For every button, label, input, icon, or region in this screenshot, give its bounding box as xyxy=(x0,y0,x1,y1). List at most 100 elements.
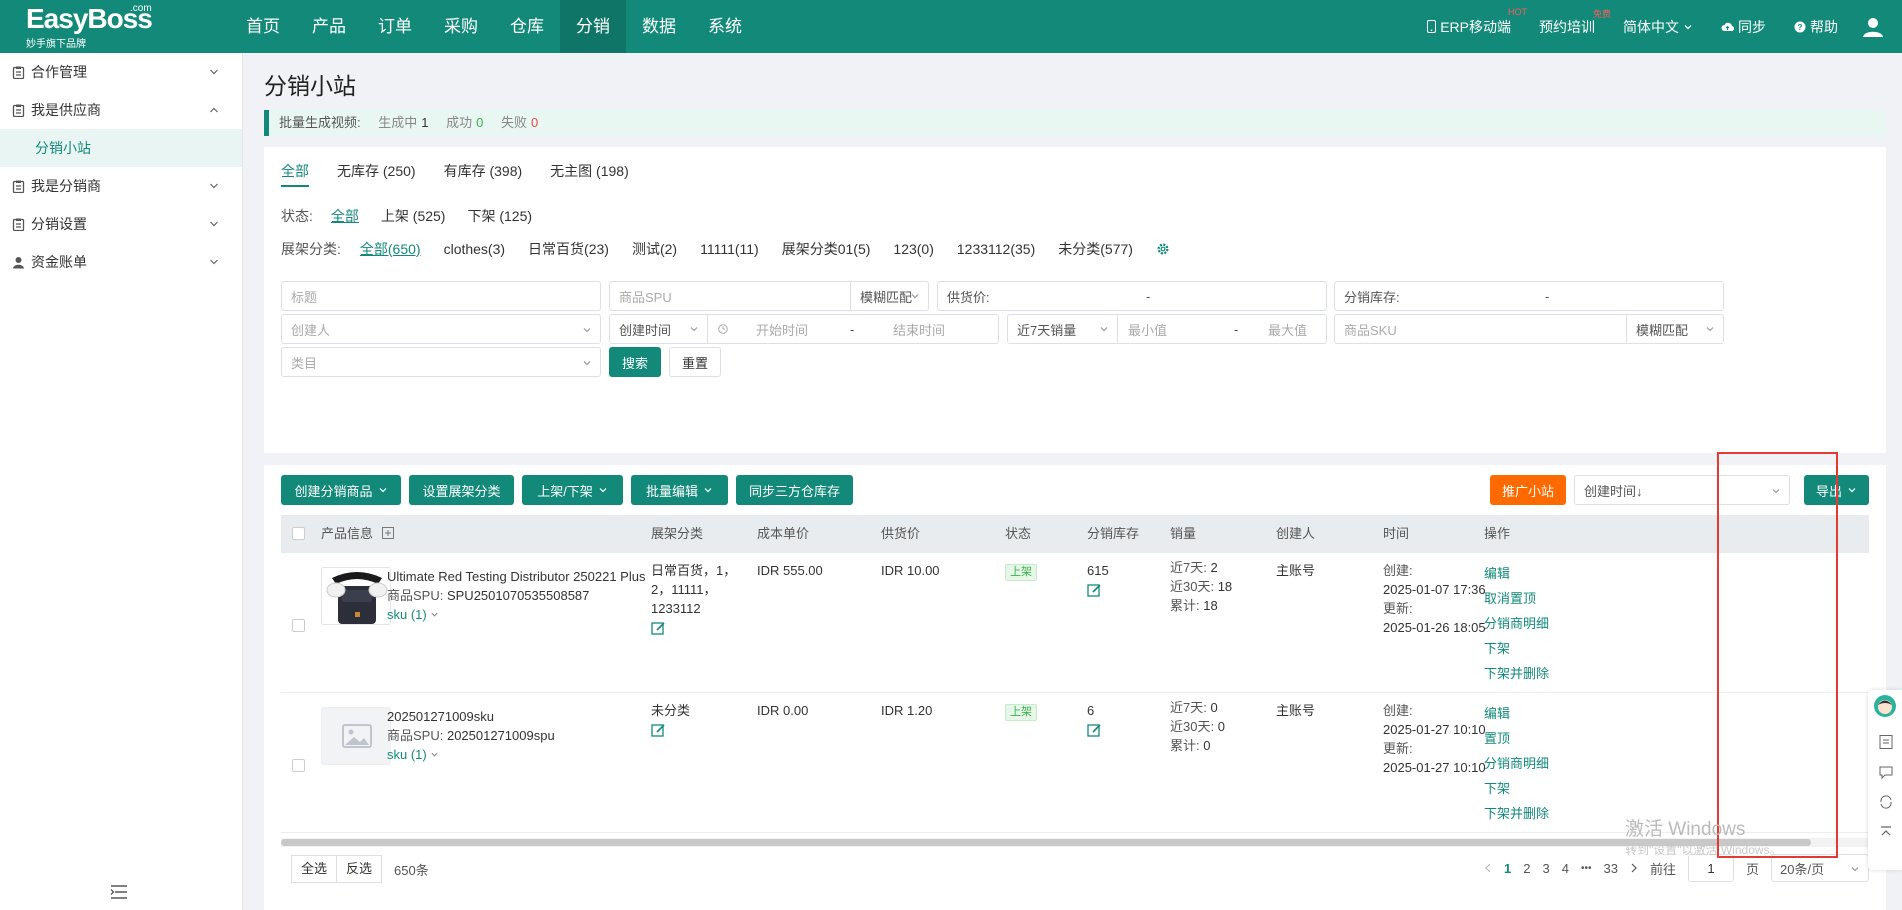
edit-icon[interactable] xyxy=(1087,583,1102,598)
page-1[interactable]: 1 xyxy=(1504,861,1511,876)
pin-link[interactable]: 置顶 xyxy=(1484,726,1549,751)
category-11111[interactable]: 11111(11) xyxy=(700,241,759,257)
category-1233112[interactable]: 1233112(35) xyxy=(957,241,1035,257)
product-thumbnail[interactable] xyxy=(321,707,391,765)
page-2[interactable]: 2 xyxy=(1523,861,1530,876)
menu-system[interactable]: 系统 xyxy=(692,0,758,53)
status-on-shelf[interactable]: 上架 (525) xyxy=(381,206,446,226)
goto-page-input[interactable]: 1 xyxy=(1687,854,1734,882)
off-shelf-delete-link[interactable]: 下架并删除 xyxy=(1484,801,1549,826)
sidebar-group-distributor[interactable]: 我是分销商 xyxy=(0,167,242,205)
sidebar-group-billing[interactable]: 资金账单 xyxy=(0,243,242,281)
sidebar-group-cooperation[interactable]: 合作管理 xyxy=(0,53,242,91)
sku-match-select[interactable]: 模糊匹配 xyxy=(1626,315,1723,343)
sync-stock-button[interactable]: 同步三方仓库存 xyxy=(736,475,853,505)
language-select[interactable]: 简体中文 xyxy=(1609,17,1707,37)
product-name[interactable]: Ultimate Red Testing Distributor 250221 … xyxy=(387,567,657,586)
unpin-link[interactable]: 取消置顶 xyxy=(1484,586,1549,611)
expand-plus-icon[interactable] xyxy=(381,527,394,539)
page-4[interactable]: 4 xyxy=(1562,861,1569,876)
sidebar-group-supplier[interactable]: 我是供应商 xyxy=(0,91,242,129)
sidebar-group-settings[interactable]: 分销设置 xyxy=(0,205,242,243)
page-size-select[interactable]: 20条/页 xyxy=(1771,854,1869,882)
sync-button[interactable]: 同步 xyxy=(1707,17,1780,37)
off-shelf-delete-link[interactable]: 下架并删除 xyxy=(1484,661,1549,686)
sales-range[interactable]: 近7天销量 最小值 - 最大值 xyxy=(1007,314,1327,344)
off-shelf-link[interactable]: 下架 xyxy=(1484,636,1549,661)
page-ellipsis[interactable]: ••• xyxy=(1581,863,1592,874)
title-input[interactable]: 标题 xyxy=(281,281,601,311)
page-3[interactable]: 3 xyxy=(1543,861,1550,876)
collapse-sidebar-icon[interactable] xyxy=(110,884,128,900)
product-name[interactable]: 202501271009sku xyxy=(387,707,657,726)
menu-product[interactable]: 产品 xyxy=(296,0,362,53)
select-all-checkbox[interactable] xyxy=(292,527,305,540)
back-to-top-icon[interactable] xyxy=(1878,824,1894,840)
menu-distribution[interactable]: 分销 xyxy=(560,0,626,53)
distribution-stock-range[interactable]: 分销库存: - xyxy=(1334,281,1724,311)
user-avatar-icon[interactable] xyxy=(1862,16,1884,38)
status-all[interactable]: 全部 xyxy=(331,206,359,226)
distributor-detail-link[interactable]: 分销商明细 xyxy=(1484,751,1549,776)
tab-all[interactable]: 全部 xyxy=(281,161,309,187)
product-thumbnail[interactable] xyxy=(321,567,391,625)
logo[interactable]: EasyBoss .com 妙手旗下品牌 xyxy=(26,3,166,50)
menu-order[interactable]: 订单 xyxy=(362,0,428,53)
edit-icon[interactable] xyxy=(651,723,666,738)
category-daily[interactable]: 日常百货(23) xyxy=(528,239,609,259)
page-last[interactable]: 33 xyxy=(1604,861,1618,876)
erp-mobile-link[interactable]: ERP移动端 HOT xyxy=(1413,7,1527,37)
sidebar-item-distribution-station[interactable]: 分销小站 xyxy=(0,129,242,167)
edit-icon[interactable] xyxy=(1087,723,1102,738)
date-range[interactable]: 创建时间 开始时间 - 结束时间 xyxy=(609,314,999,344)
spu-match-select[interactable]: 模糊匹配 xyxy=(850,282,928,310)
creator-select[interactable]: 创建人 xyxy=(281,314,601,344)
chat-icon[interactable] xyxy=(1878,764,1894,780)
tab-in-stock[interactable]: 有库存 (398) xyxy=(444,161,523,187)
tab-no-image[interactable]: 无主图 (198) xyxy=(550,161,629,187)
select-all-button[interactable]: 全选 xyxy=(291,855,338,883)
reset-button[interactable]: 重置 xyxy=(669,347,721,377)
row-checkbox[interactable] xyxy=(292,619,305,632)
gear-icon[interactable] xyxy=(1156,242,1170,256)
menu-purchase[interactable]: 采购 xyxy=(428,0,494,53)
chevron-right-icon[interactable] xyxy=(1630,863,1638,873)
set-category-button[interactable]: 设置展架分类 xyxy=(409,475,514,505)
batch-edit-button[interactable]: 批量编辑 xyxy=(631,475,728,505)
category-test[interactable]: 测试(2) xyxy=(632,239,677,259)
tab-no-stock[interactable]: 无库存 (250) xyxy=(337,161,416,187)
promote-station-button[interactable]: 推广小站 xyxy=(1490,475,1566,505)
status-off-shelf[interactable]: 下架 (125) xyxy=(467,206,532,226)
scrollbar-thumb[interactable] xyxy=(281,839,1811,846)
menu-data[interactable]: 数据 xyxy=(626,0,692,53)
menu-home[interactable]: 首页 xyxy=(230,0,296,53)
customer-service-avatar-icon[interactable] xyxy=(1873,694,1897,718)
chevron-left-icon[interactable] xyxy=(1484,863,1492,873)
sku-input[interactable]: 商品SKU 模糊匹配 xyxy=(1334,314,1724,344)
search-button[interactable]: 搜索 xyxy=(609,347,661,377)
help-button[interactable]: ? 帮助 xyxy=(1780,17,1852,37)
refresh-icon[interactable] xyxy=(1878,794,1894,810)
edit-link[interactable]: 编辑 xyxy=(1484,561,1549,586)
sku-toggle[interactable]: sku (1) xyxy=(387,605,657,624)
category-clothes[interactable]: clothes(3) xyxy=(444,241,505,257)
sku-toggle[interactable]: sku (1) xyxy=(387,745,657,764)
row-checkbox[interactable] xyxy=(292,759,305,772)
category-all[interactable]: 全部(650) xyxy=(360,239,421,259)
category-123[interactable]: 123(0) xyxy=(893,241,933,257)
create-product-button[interactable]: 创建分销商品 xyxy=(281,475,401,505)
invert-selection-button[interactable]: 反选 xyxy=(337,855,383,883)
edit-icon[interactable] xyxy=(651,621,666,636)
spu-input[interactable]: 商品SPU 模糊匹配 xyxy=(609,281,929,311)
category-uncategorized[interactable]: 未分类(577) xyxy=(1058,239,1133,259)
time-type-select[interactable]: 创建时间 xyxy=(610,315,708,343)
sales-type-select[interactable]: 近7天销量 xyxy=(1008,315,1118,343)
shelf-button[interactable]: 上架/下架 xyxy=(522,475,623,505)
document-icon[interactable] xyxy=(1878,734,1894,750)
category-select[interactable]: 类目 xyxy=(281,347,601,377)
distributor-detail-link[interactable]: 分销商明细 xyxy=(1484,611,1549,636)
off-shelf-link[interactable]: 下架 xyxy=(1484,776,1549,801)
supply-price-range[interactable]: 供货价: - xyxy=(937,281,1327,311)
menu-warehouse[interactable]: 仓库 xyxy=(494,0,560,53)
category-shelf01[interactable]: 展架分类01(5) xyxy=(782,239,871,259)
